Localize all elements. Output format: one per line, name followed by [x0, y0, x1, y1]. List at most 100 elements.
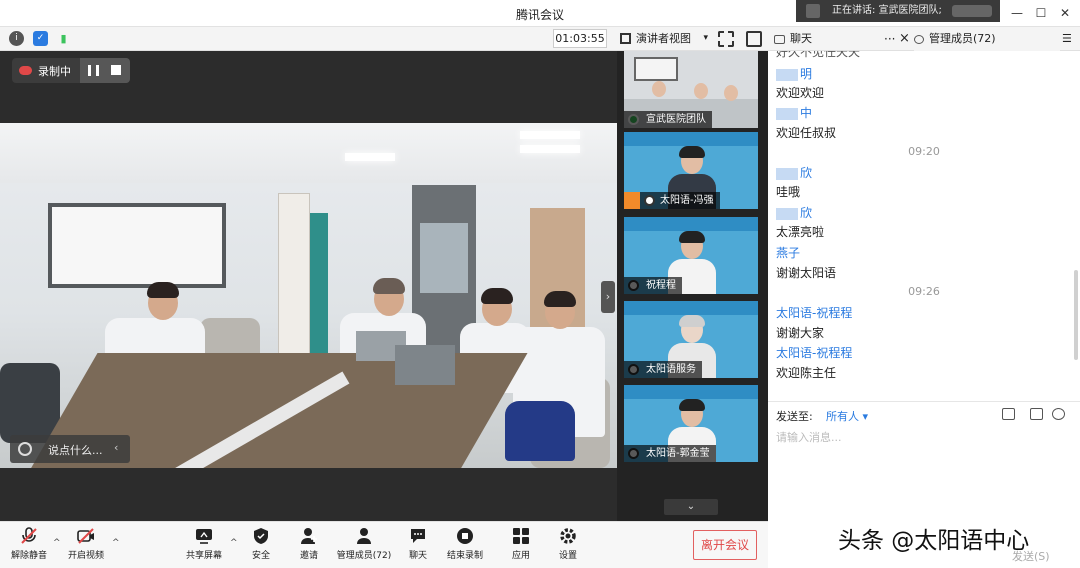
- speaking-indicator: 正在讲话: 宣武医院团队;: [796, 0, 1000, 22]
- info-icon[interactable]: i: [9, 31, 24, 46]
- tab-chat-label: 聊天: [790, 32, 812, 45]
- minimize-icon[interactable]: —: [1006, 3, 1028, 23]
- chevron-left-icon[interactable]: ‹: [114, 441, 118, 454]
- participant-name: 太阳语服务: [624, 361, 702, 378]
- participant-name: 宣武医院团队: [624, 111, 712, 128]
- scroll-down-icon[interactable]: ⌄: [664, 499, 718, 515]
- more-options-icon[interactable]: ···: [884, 27, 895, 51]
- shield-icon[interactable]: ✓: [33, 31, 48, 46]
- pause-recording-icon[interactable]: [88, 65, 99, 76]
- manage-members-button[interactable]: 管理成员(72): [332, 527, 396, 561]
- watermark: 头条 @太阳语中心: [838, 528, 1030, 554]
- invite-user-icon: [301, 528, 317, 544]
- speaking-label: 正在讲话: 宣武医院团队;: [832, 5, 942, 16]
- panel-menu-icon[interactable]: ☰: [1062, 27, 1072, 51]
- chat-button[interactable]: 聊天: [392, 527, 444, 561]
- participant-tile[interactable]: 宣武医院团队: [624, 51, 758, 128]
- user-select-icon[interactable]: [1052, 408, 1065, 420]
- security-label: 安全: [251, 551, 270, 561]
- meeting-info-bar: i ✓ ▮ 01:03:55 演讲者视图 ▾: [0, 27, 768, 51]
- chat-timestamp: 09:20: [908, 145, 940, 158]
- invite-button[interactable]: 邀请: [283, 527, 335, 561]
- cloud-record-icon: [19, 66, 32, 75]
- chat-scrollbar[interactable]: [1074, 270, 1078, 360]
- close-icon[interactable]: ✕: [1054, 3, 1076, 23]
- chat-message-text: 谢谢太阳语: [776, 266, 837, 280]
- chat-input[interactable]: 请输入消息...: [776, 429, 842, 445]
- chat-message-text: 哇哦: [776, 185, 801, 199]
- chat-sender-name: 明: [776, 65, 812, 82]
- leave-meeting-button[interactable]: 离开会议: [693, 530, 757, 560]
- emoji-icon[interactable]: [18, 442, 32, 456]
- tab-chat[interactable]: 聊天: [774, 27, 812, 51]
- view-mode-label: 演讲者视图: [636, 32, 691, 45]
- tab-manage-members[interactable]: 管理成员(72): [914, 27, 1060, 51]
- end-recording-label: 结束录制: [446, 551, 483, 561]
- expand-thumbnails-icon[interactable]: ›: [601, 281, 615, 313]
- settings-label: 设置: [558, 551, 577, 561]
- maximize-icon[interactable]: ☐: [1030, 3, 1052, 23]
- end-recording-button[interactable]: 结束录制: [439, 527, 491, 561]
- record-stop-icon: [457, 528, 473, 544]
- quick-comment-box[interactable]: 说点什么... ‹: [10, 435, 130, 463]
- view-mode-dropdown[interactable]: 演讲者视图 ▾: [616, 29, 708, 48]
- meeting-controls-bar: 解除静音 ^ 开启视频 ^ 共享屏幕 ^ 安全 邀请 管理成员(72) 聊天 结…: [0, 521, 768, 568]
- signal-strength-icon[interactable]: ▮: [56, 31, 71, 46]
- settings-button[interactable]: 设置: [542, 527, 594, 561]
- shield-icon: [254, 528, 268, 544]
- chat-sender-name: 燕子: [776, 246, 801, 260]
- participant-tile[interactable]: 太阳语-郭金莹: [624, 385, 758, 462]
- chat-label: 聊天: [408, 551, 427, 561]
- recording-bar: 录制中: [12, 58, 130, 83]
- conference-room-video: [0, 123, 617, 468]
- start-video-button[interactable]: 开启视频: [60, 527, 112, 561]
- participant-tile[interactable]: 太阳语服务: [624, 301, 758, 378]
- unmute-label: 解除静音: [10, 551, 47, 561]
- chat-sender-name: 中: [776, 104, 812, 121]
- screenshot-icon[interactable]: [1030, 408, 1043, 420]
- gear-icon: [560, 528, 576, 544]
- security-button[interactable]: 安全: [235, 527, 287, 561]
- whiteboard: [48, 203, 226, 288]
- stop-recording-icon[interactable]: [111, 65, 121, 75]
- participant-tile[interactable]: 祝程程: [624, 217, 758, 294]
- apps-button[interactable]: 应用: [495, 527, 547, 561]
- mic-muted-icon: [644, 195, 655, 206]
- main-video-stage[interactable]: 录制中 说点什么... ‹ ›: [0, 51, 617, 521]
- send-to-label: 发送至:: [776, 410, 813, 423]
- participant-name: 祝程程: [624, 277, 682, 294]
- recording-controls: [80, 58, 130, 83]
- say-something-placeholder: 说点什么...: [48, 444, 103, 457]
- apps-label: 应用: [511, 551, 530, 561]
- participant-tile[interactable]: 太阳语-冯强: [624, 132, 758, 209]
- recording-label: 录制中: [38, 65, 71, 78]
- chat-message-text: 谢谢大家: [776, 326, 825, 340]
- fullscreen-icon[interactable]: [718, 31, 734, 47]
- mic-off-icon: [21, 527, 37, 544]
- chat-message-list[interactable]: 好久不见任天天 明 欢迎欢迎 中 欢迎任叔叔 09:20 欣 哇哦 欣 太漂亮啦…: [768, 51, 1080, 401]
- share-screen-icon: [196, 529, 212, 544]
- chat-message-text: 太漂亮啦: [776, 225, 825, 239]
- meeting-timer: 01:03:55: [553, 29, 607, 48]
- window: [420, 223, 468, 293]
- participant-thumbnails: 宣武医院团队 太阳语-冯强 祝程程 太阳语服务 太阳语-郭金莹 ⌄: [617, 51, 768, 521]
- close-chat-icon[interactable]: ×: [899, 27, 910, 51]
- unmute-button[interactable]: 解除静音: [3, 527, 55, 561]
- chat-icon: [774, 34, 785, 44]
- chat-bubble-icon: [411, 529, 425, 543]
- user-avatar-icon: [624, 192, 640, 209]
- share-screen-button[interactable]: 共享屏幕: [178, 527, 230, 561]
- ceiling-light: [520, 131, 580, 139]
- chat-sender-name: 欣: [776, 164, 812, 181]
- recipient-dropdown[interactable]: 所有人 ▾: [826, 408, 868, 424]
- apps-grid-icon: [513, 528, 529, 544]
- folder-icon[interactable]: [1002, 408, 1015, 420]
- chat-sender-name: 欣: [776, 204, 812, 221]
- manage-members-label: 管理成员(72): [336, 551, 392, 561]
- presenter-view-icon: [620, 33, 631, 44]
- participant-name: 太阳语-郭金莹: [624, 445, 716, 462]
- camera-off-icon: [77, 528, 94, 544]
- chevron-up-icon[interactable]: ^: [112, 538, 120, 548]
- toggle-sidebar-icon[interactable]: [746, 31, 762, 47]
- chat-sender-name: 太阳语-祝程程: [776, 306, 853, 320]
